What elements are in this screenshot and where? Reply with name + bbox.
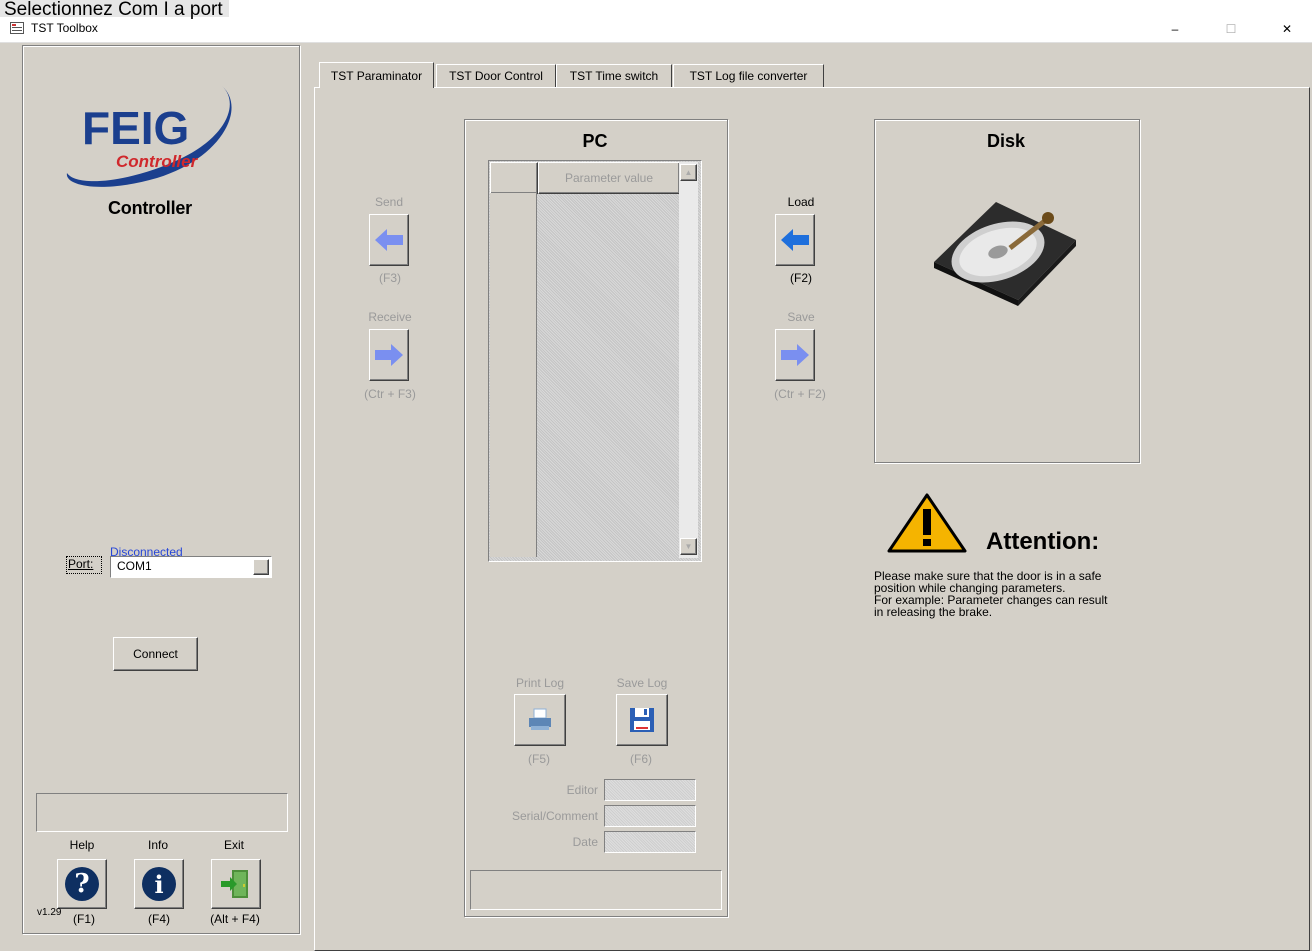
exit-button[interactable] <box>211 859 261 909</box>
info-key: (F4) <box>148 912 170 926</box>
port-select-value: COM1 <box>117 559 152 573</box>
window-title: TST Toolbox <box>31 21 98 35</box>
disk-title: Disk <box>986 131 1026 151</box>
arrow-right-icon <box>781 344 809 366</box>
arrow-left-icon <box>781 229 809 251</box>
editor-label: Editor <box>566 783 598 797</box>
exit-label: Exit <box>223 838 244 852</box>
print-log-button[interactable] <box>514 694 566 746</box>
warning-text: Please make sure that the door is in a s… <box>874 570 1154 618</box>
serial-comment-field[interactable] <box>604 805 696 827</box>
logo-main-text: FEIG <box>82 102 189 154</box>
title-bar: TST Toolbox – ☐ ✕ <box>0 16 1312 43</box>
port-select[interactable]: COM1 <box>110 556 272 578</box>
info-button[interactable]: i <box>134 859 184 909</box>
save-log-button[interactable] <box>616 694 668 746</box>
status-box <box>36 793 288 832</box>
load-key: (F2) <box>790 271 812 285</box>
grid-vertical-scrollbar[interactable]: ▲ ▼ <box>679 162 698 558</box>
connect-button[interactable]: Connect <box>113 637 198 671</box>
load-button[interactable] <box>775 214 815 266</box>
grid-row-header <box>490 193 537 557</box>
date-field[interactable] <box>604 831 696 853</box>
save-button[interactable] <box>775 329 815 381</box>
receive-key: (Ctr + F3) <box>364 387 416 401</box>
save-log-key: (F6) <box>630 752 652 766</box>
info-icon: i <box>142 867 176 901</box>
print-log-label: Print Log <box>515 676 565 690</box>
send-key: (F3) <box>379 271 401 285</box>
tab-tst-paraminator[interactable]: TST Paraminator <box>319 62 434 88</box>
load-label: Load <box>787 195 815 209</box>
feig-controller-logo: FEIG Controller <box>66 86 232 187</box>
app-icon <box>10 22 24 34</box>
help-label: Help <box>69 838 95 852</box>
help-button[interactable]: ? <box>57 859 107 909</box>
arrow-right-icon <box>375 344 403 366</box>
maximize-icon: ☐ <box>1225 22 1237 36</box>
send-label: Send <box>374 195 404 209</box>
exit-door-icon <box>221 870 248 898</box>
help-icon: ? <box>65 867 99 901</box>
controller-title: Controller <box>107 198 192 218</box>
receive-button[interactable] <box>369 329 409 381</box>
floppy-disk-icon <box>630 708 654 732</box>
tab-tst-time-switch[interactable]: TST Time switch <box>556 64 672 87</box>
logo-sub-text: Controller <box>116 152 199 171</box>
scroll-down-icon[interactable]: ▼ <box>680 538 697 555</box>
editor-field[interactable] <box>604 779 696 801</box>
tab-tst-log-file-converter[interactable]: TST Log file converter <box>673 64 824 87</box>
save-key: (Ctr + F2) <box>774 387 826 401</box>
grid-corner-header <box>490 162 538 194</box>
minimize-button[interactable]: – <box>1152 16 1198 42</box>
dropdown-button[interactable] <box>253 559 269 575</box>
save-log-label: Save Log <box>616 676 668 690</box>
date-label: Date <box>572 835 598 849</box>
caption-overlay: Selectionnez Com I a port <box>0 0 229 19</box>
printer-icon <box>529 708 551 730</box>
exit-key: (Alt + F4) <box>210 912 260 926</box>
attention-title: Attention: <box>986 528 1100 555</box>
version-label: v1.29 <box>37 907 62 918</box>
warning-line-4: in releasing the brake. <box>874 605 993 619</box>
warning-icon <box>887 493 967 553</box>
maximize-button[interactable]: ☐ <box>1208 16 1254 42</box>
serial-comment-label: Serial/Comment <box>511 809 598 823</box>
grid-header-parameter-value[interactable]: Parameter value <box>538 162 680 194</box>
save-label: Save <box>787 310 815 324</box>
close-icon: ✕ <box>1281 22 1293 36</box>
arrow-left-icon <box>375 229 403 251</box>
port-label: Port: <box>68 557 94 571</box>
info-label: Info <box>147 838 168 852</box>
pc-status-box <box>470 870 722 910</box>
receive-label: Receive <box>368 310 412 324</box>
hard-disk-icon <box>934 202 1076 306</box>
scroll-up-icon[interactable]: ▲ <box>680 164 697 181</box>
minimize-icon: – <box>1171 22 1179 36</box>
print-log-key: (F5) <box>528 752 550 766</box>
help-key: (F1) <box>73 912 95 926</box>
close-button[interactable]: ✕ <box>1264 16 1310 42</box>
tab-tst-door-control[interactable]: TST Door Control <box>436 64 556 87</box>
send-button[interactable] <box>369 214 409 266</box>
pc-title: PC <box>582 131 608 151</box>
